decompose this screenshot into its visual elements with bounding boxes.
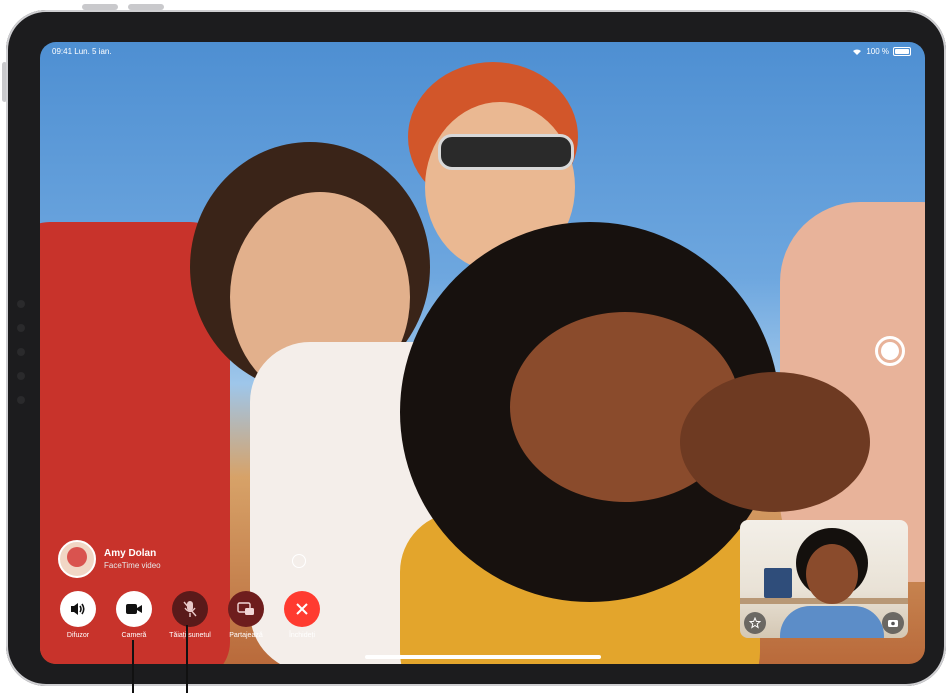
pip-person-shirt: [780, 606, 884, 638]
caller-card[interactable]: Amy Dolan FaceTime video: [58, 540, 161, 578]
effects-star-icon: [749, 617, 761, 629]
share-control[interactable]: Partajează: [226, 591, 266, 640]
side-dot-5: [17, 396, 25, 404]
sunglasses: [438, 134, 574, 170]
live-photo-shutter-button[interactable]: [875, 336, 905, 366]
status-bar: 09:41 Lun. 5 ian. 100 %: [40, 42, 925, 60]
caller-text: Amy Dolan FaceTime video: [104, 548, 161, 570]
camera-control[interactable]: Cameră: [114, 591, 154, 640]
mute-label: Tăiați sunetul: [169, 632, 211, 639]
side-dot-1: [17, 300, 25, 308]
camera-button[interactable]: [116, 591, 152, 627]
end-call-label: Închideți: [288, 632, 316, 639]
end-call-button[interactable]: [284, 591, 320, 627]
speaker-icon: [71, 603, 85, 615]
pip-picture: [764, 568, 792, 598]
home-indicator[interactable]: [365, 655, 601, 659]
side-dot-3: [17, 348, 25, 356]
caller-subtitle: FaceTime video: [104, 561, 161, 570]
speaker-label: Difuzor: [66, 632, 90, 639]
flip-camera-button[interactable]: [882, 612, 904, 634]
share-button[interactable]: [228, 591, 264, 627]
camera-label: Cameră: [121, 632, 147, 639]
battery-icon: [893, 47, 911, 56]
side-dot-4: [17, 372, 25, 380]
wifi-icon: [853, 48, 862, 55]
facetime-screen: 09:41 Lun. 5 ian. 100 % Amy Dolan FaceTi…: [40, 42, 925, 664]
person-right-arm: [680, 372, 870, 512]
mute-control[interactable]: Tăiați sunetul: [169, 591, 211, 640]
battery-percent: 100 %: [866, 47, 889, 56]
status-time: 09:41 Lun. 5 ian.: [52, 47, 112, 56]
pip-person-face: [806, 544, 858, 604]
mic-slash-icon: [183, 601, 197, 617]
speaker-button[interactable]: [60, 591, 96, 627]
caller-name: Amy Dolan: [104, 548, 157, 559]
end-call-control[interactable]: Închideți: [282, 591, 322, 640]
flip-camera-icon: [888, 620, 898, 627]
callout-line-camera: [132, 640, 134, 693]
effects-button[interactable]: [744, 612, 766, 634]
speaker-control[interactable]: Difuzor: [58, 591, 98, 640]
side-dot-2: [17, 324, 25, 332]
share-screen-icon: [237, 602, 254, 615]
self-view-tile[interactable]: [740, 520, 908, 638]
timer-icon[interactable]: [292, 554, 306, 568]
status-right: 100 %: [852, 47, 911, 56]
share-label: Partajează: [229, 632, 263, 639]
video-camera-icon: [126, 604, 142, 614]
avatar: [58, 540, 96, 578]
end-call-icon: [296, 603, 308, 615]
call-controls: Difuzor Cameră Tăiați sunetul Partajează…: [58, 591, 322, 640]
callout-line-mute: [186, 625, 188, 693]
mute-button[interactable]: [172, 591, 208, 627]
